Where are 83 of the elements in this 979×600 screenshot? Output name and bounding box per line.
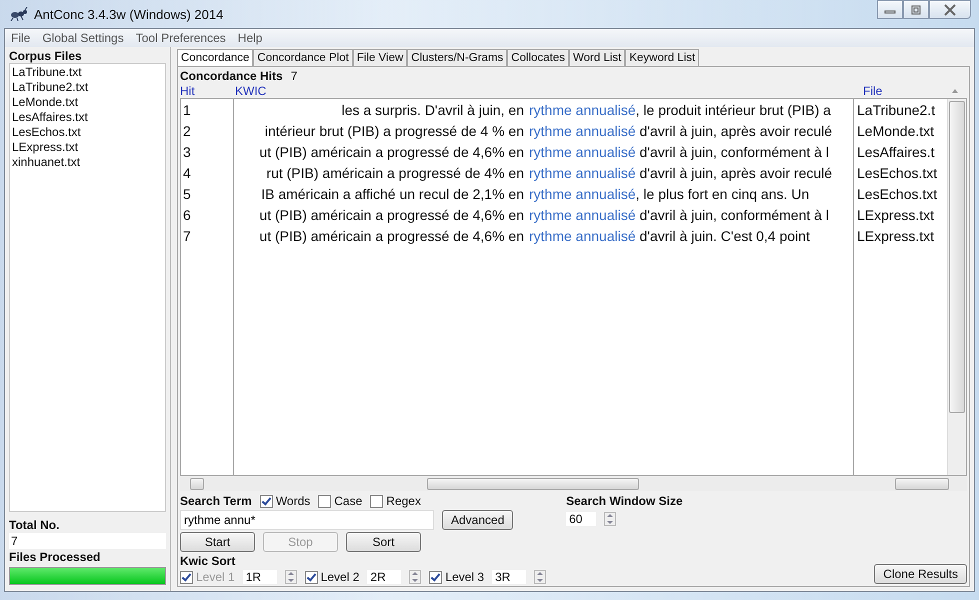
file-name-cell-text: LExpress.txt <box>857 227 936 246</box>
hit-number-cell-text: 6 <box>183 206 192 225</box>
search-option-checkbox[interactable]: Regex <box>370 494 421 508</box>
menu-item[interactable]: Global Settings <box>42 31 124 45</box>
minimize-button[interactable] <box>877 0 903 19</box>
search-window-size-label: Search Window Size <box>566 494 683 508</box>
left-context-text: les a surpris. D'avril à juin, en <box>340 101 525 120</box>
vertical-scrollbar[interactable] <box>947 99 966 475</box>
menu-item[interactable]: File <box>11 31 30 45</box>
sort-level-checkbox[interactable]: Level 3 <box>429 570 484 584</box>
files-processed-label: Files Processed <box>9 550 102 564</box>
search-term-label: Search Term <box>180 494 252 508</box>
right-context-text: rythme annualisé d'avril à juin. C'est 0,4 point <box>529 227 810 246</box>
right-context-text: rythme annualisé d'avril à juin, après avoir reculé <box>529 164 832 183</box>
window-title: AntConc 3.4.3w (Windows) 2014 <box>34 6 224 22</box>
close-button[interactable] <box>929 0 971 19</box>
search-option-checkbox[interactable]: Words <box>260 494 310 508</box>
corpus-file-item[interactable]: LExpress.txt <box>12 140 163 155</box>
menu-item[interactable]: Tool Preferences <box>136 31 226 45</box>
left-context-text: rut (PIB) américain a progressé de 4% en <box>265 164 525 183</box>
corpus-file-item[interactable]: xinhuanet.txt <box>12 155 163 170</box>
menu-item[interactable]: Help <box>238 31 262 45</box>
total-number-label: Total No. <box>9 518 60 532</box>
spinner-icon[interactable] <box>604 512 616 526</box>
hit-number-cell-text: 4 <box>183 164 192 183</box>
tab[interactable]: File View <box>352 49 408 66</box>
clone-results-button[interactable]: Clone Results <box>874 564 967 584</box>
corpus-file-item[interactable]: LesEchos.txt <box>12 125 163 140</box>
spinner-icon[interactable] <box>409 570 422 584</box>
action-button[interactable]: Start <box>180 532 255 552</box>
tab[interactable]: Concordance Plot <box>253 49 353 66</box>
tab[interactable]: Concordance <box>177 49 254 66</box>
column-header[interactable]: KWIC <box>235 84 863 98</box>
right-context-text: rythme annualisé d'avril à juin, conformément à l <box>529 206 829 225</box>
file-name-cell-text: LeMonde.txt <box>857 122 936 141</box>
file-name-cell-text: LaTribune2.t <box>857 101 936 120</box>
spinner-icon[interactable] <box>534 570 546 584</box>
tab[interactable]: Clusters/N-Grams <box>407 49 508 66</box>
action-button[interactable]: Sort <box>346 532 421 552</box>
kwic-sort-label: Kwic Sort <box>180 554 236 568</box>
hit-number-cell-text: 2 <box>183 122 192 141</box>
window-size-field[interactable]: 60 <box>566 512 596 526</box>
right-context-text: rythme annualisé, le plus fort en cinq ans. Un <box>529 185 810 204</box>
search-option-checkbox[interactable]: Case <box>318 494 362 508</box>
corpus-file-item[interactable]: LaTribune.txt <box>12 65 163 80</box>
spinner-icon[interactable] <box>284 570 297 584</box>
corpus-file-item[interactable]: LaTribune2.txt <box>12 80 163 95</box>
right-context-text: rythme annualisé d'avril à juin, après avoir reculé <box>529 122 832 141</box>
tab[interactable]: Word List <box>569 49 626 66</box>
total-number-field: 7 <box>9 533 166 549</box>
ant-icon <box>10 7 28 21</box>
file-name-cell-text: LesEchos.txt <box>857 185 938 204</box>
advanced-button[interactable]: Advanced <box>442 510 514 530</box>
hit-number-cell-text: 7 <box>183 227 192 246</box>
left-context-text: ut (PIB) américain a progressé de 4,6% en <box>258 143 525 162</box>
sort-level-checkbox[interactable]: Level 2 <box>304 570 360 584</box>
corpus-files-label: Corpus Files <box>9 49 83 63</box>
column-header[interactable]: File <box>863 84 951 98</box>
file-name-cell-text: LesEchos.txt <box>857 164 938 183</box>
corpus-file-item[interactable]: LeMonde.txt <box>12 95 163 110</box>
column-header[interactable]: Hit <box>180 84 235 98</box>
hit-number-cell-text: 5 <box>183 185 192 204</box>
tab[interactable]: Keyword List <box>625 49 700 66</box>
concordance-hits-count: 7 <box>290 69 298 83</box>
tab[interactable]: Collocates <box>507 49 569 66</box>
concordance-hits-label: Concordance Hits <box>180 69 283 83</box>
close-icon <box>943 4 957 16</box>
right-context-text: rythme annualisé, le produit intérieur brut (PIB) a <box>529 101 831 120</box>
right-context-text: rythme annualisé d'avril à juin, conformément à l <box>529 143 829 162</box>
search-field[interactable]: rythme annu* <box>180 510 434 530</box>
corpus-file-item[interactable]: LesAffaires.txt <box>12 110 163 125</box>
sort-level-field[interactable]: 2R <box>367 570 402 584</box>
left-context-text: ut (PIB) américain a progressé de 4,6% en <box>258 206 525 225</box>
left-context-text: IB américain a affiché un recul de 2,1% en <box>260 185 525 204</box>
file-name-cell-text: LesAffaires.t <box>857 143 936 162</box>
file-name-cell-text: LExpress.txt <box>857 206 936 225</box>
sort-level-field[interactable]: 3R <box>492 570 526 584</box>
left-context-text: ut (PIB) américain a progressé de 4,6% en <box>258 227 525 246</box>
hit-number-cell-text: 1 <box>183 101 192 120</box>
hit-number-cell-text: 3 <box>183 143 192 162</box>
left-context-text: intérieur brut (PIB) a progressé de 4 % en <box>264 122 525 141</box>
maximize-button[interactable] <box>903 0 929 19</box>
maximize-icon <box>910 4 922 14</box>
